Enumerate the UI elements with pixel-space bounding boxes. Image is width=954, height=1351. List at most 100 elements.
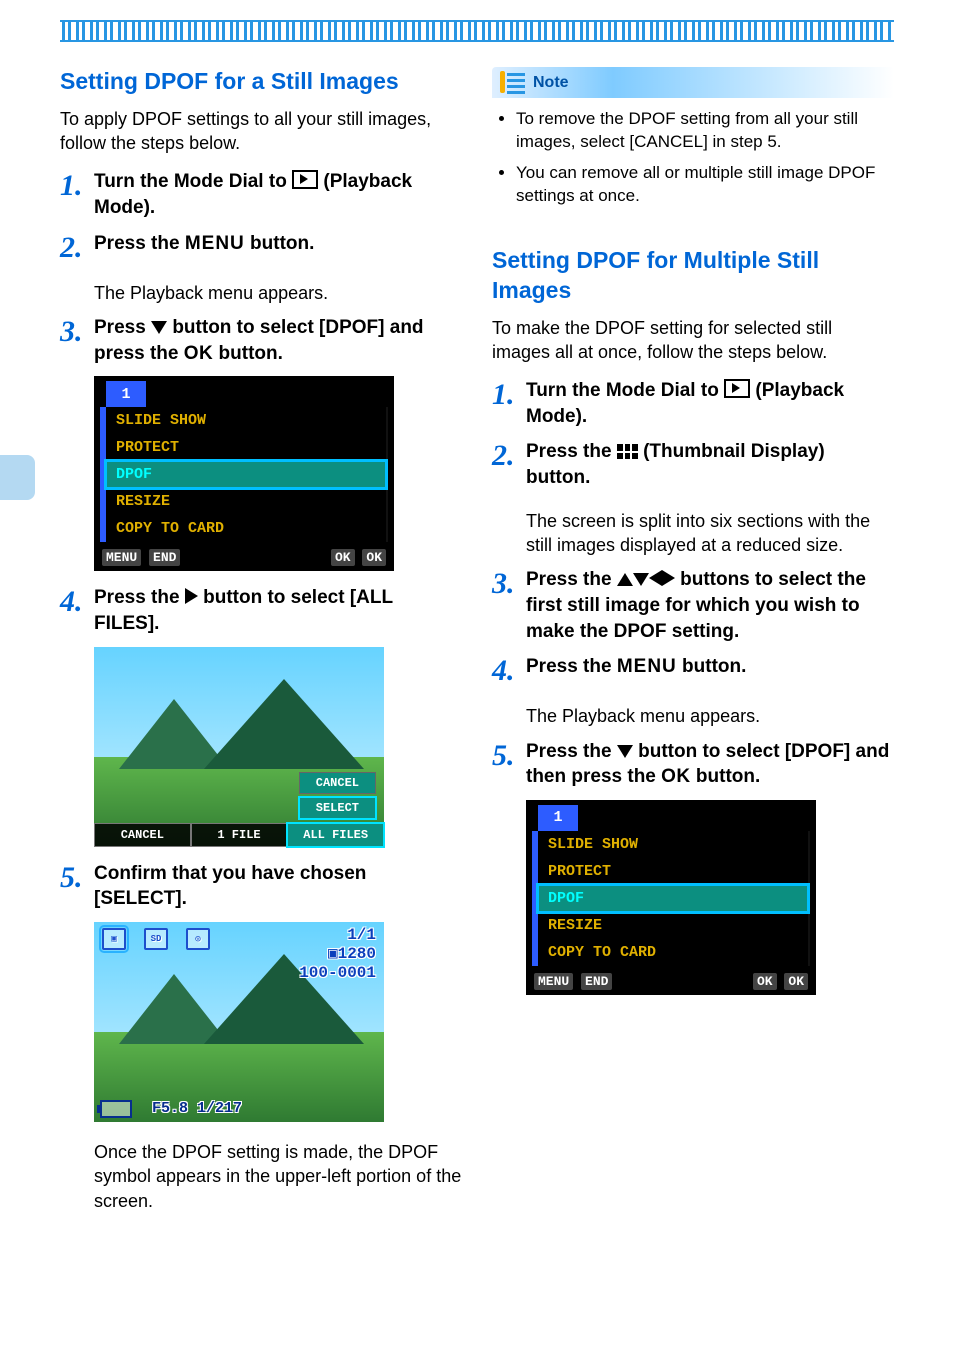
r-step3-pre: Press the	[526, 569, 617, 590]
battery-icon	[100, 1100, 132, 1118]
circle-icon: ◎	[186, 928, 210, 950]
r-step5-post: button.	[691, 766, 761, 787]
step-number: 4.	[60, 587, 94, 617]
step3-pre: Press	[94, 317, 151, 338]
camera-menu-screenshot-1: 1 SLIDE SHOW PROTECT DPOF RESIZE COPY TO…	[94, 376, 394, 571]
r-step4-post: button.	[677, 656, 747, 677]
cam-item: SLIDE SHOW	[538, 831, 808, 858]
popup-cancel: CANCEL	[299, 772, 376, 794]
cam-footer-ok: OK	[753, 973, 777, 990]
r-step1-pre: Turn the Mode Dial to	[526, 380, 724, 401]
cam-footer-menu: MENU	[102, 549, 141, 566]
menu-label: MENU	[185, 233, 245, 254]
down-arrow-icon	[151, 321, 167, 334]
frame-count: 1/1	[299, 926, 376, 945]
playback-mode-icon	[724, 379, 750, 398]
camera-confirm-screenshot: ▣ SD ◎ 1/1 ▣1280 100-0001 F5.8 1/217	[94, 922, 384, 1122]
step5-desc-left: Once the DPOF setting is made, the DPOF …	[94, 1140, 462, 1213]
menu-label: MENU	[617, 656, 677, 677]
cam-item: COPY TO CARD	[106, 515, 386, 542]
cam-tab: 1	[106, 381, 146, 407]
cam-item: RESIZE	[106, 488, 386, 515]
playback-mode-icon	[292, 170, 318, 189]
thumbnail-display-icon	[617, 444, 638, 459]
step-5-right: 5. Press the button to select [DPOF] and…	[492, 739, 894, 790]
cam-item-selected: DPOF	[538, 885, 808, 912]
step-number: 3.	[492, 569, 526, 599]
decorative-top-border	[60, 20, 894, 42]
step-5-left: 5. Confirm that you have chosen [SELECT]…	[60, 861, 462, 912]
step4-pre: Press the	[94, 587, 185, 608]
step-3-left: 3. Press button to select [DPOF] and pre…	[60, 315, 462, 366]
opt-1file: 1 FILE	[191, 823, 288, 847]
up-arrow-icon	[617, 573, 633, 586]
down-arrow-icon	[617, 745, 633, 758]
step2-desc-left: The Playback menu appears.	[94, 281, 462, 305]
popup-select: SELECT	[299, 797, 376, 819]
cam-footer-menu: MENU	[534, 973, 573, 990]
sd-card-icon: SD	[144, 928, 168, 950]
step-1-left: 1. Turn the Mode Dial to (Playback Mode)…	[60, 169, 462, 220]
section-title-left: Setting DPOF for a Still Images	[60, 67, 462, 97]
r-step2-pre: Press the	[526, 441, 617, 462]
step-4-left: 4. Press the button to select [ALL FILES…	[60, 585, 462, 636]
note-box: Note To remove the DPOF setting from all…	[492, 67, 894, 226]
step1-pre: Turn the Mode Dial to	[94, 171, 292, 192]
step-number: 2.	[492, 441, 526, 471]
camera-menu-screenshot-2: 1 SLIDE SHOW PROTECT DPOF RESIZE COPY TO…	[526, 800, 816, 995]
note-title: Note	[533, 74, 569, 92]
r-step5-pre: Press the	[526, 741, 617, 762]
cam-footer-ok2: OK	[784, 973, 808, 990]
ok-label: OK	[661, 766, 691, 787]
step-2-right: 2. Press the (Thumbnail Display) button.	[492, 439, 894, 490]
r-step4-desc: The Playback menu appears.	[526, 704, 894, 728]
step5-text: Confirm that you have chosen [SELECT].	[94, 861, 462, 912]
step-3-right: 3. Press the buttons to select the first…	[492, 567, 894, 644]
r-step2-desc: The screen is split into six sections wi…	[526, 509, 894, 558]
intro-right: To make the DPOF setting for selected st…	[492, 316, 894, 365]
step-number: 3.	[60, 317, 94, 347]
r-step4-pre: Press the	[526, 656, 617, 677]
right-arrow-icon	[185, 588, 198, 604]
down-arrow-icon	[633, 573, 649, 586]
opt-allfiles: ALL FILES	[287, 823, 384, 847]
step-number: 5.	[60, 863, 94, 893]
cam-item: PROTECT	[538, 858, 808, 885]
cam-item: PROTECT	[106, 434, 386, 461]
cam-item-selected: DPOF	[106, 461, 386, 488]
step2-pre: Press the	[94, 233, 185, 254]
cam-item: RESIZE	[538, 912, 808, 939]
camera-allfiles-screenshot: CANCEL SELECT CANCEL 1 FILE ALL FILES	[94, 647, 384, 847]
step3-post: button.	[213, 343, 283, 364]
section-title-right: Setting DPOF for Multiple Still Images	[492, 246, 894, 306]
cam-tab: 1	[538, 805, 578, 831]
note-icon	[500, 71, 525, 94]
opt-cancel: CANCEL	[94, 823, 191, 847]
image-size: 1280	[338, 945, 376, 963]
cam-item: COPY TO CARD	[538, 939, 808, 966]
step-number: 2.	[60, 233, 94, 263]
step-1-right: 1. Turn the Mode Dial to (Playback Mode)…	[492, 378, 894, 429]
step-4-right: 4. Press the MENU button.	[492, 654, 894, 686]
step-number: 1.	[492, 380, 526, 410]
left-arrow-icon	[649, 570, 662, 586]
cam-footer-end: END	[149, 549, 180, 566]
right-arrow-icon	[662, 570, 675, 586]
intro-left: To apply DPOF settings to all your still…	[60, 107, 462, 156]
cam-footer-end: END	[581, 973, 612, 990]
cam-footer-ok2: OK	[362, 549, 386, 566]
note-item: You can remove all or multiple still ima…	[516, 162, 888, 208]
page-section-tab	[0, 455, 35, 500]
step-number: 5.	[492, 741, 526, 771]
cam-item: SLIDE SHOW	[106, 407, 386, 434]
dpof-symbol-icon: ▣	[102, 928, 126, 950]
step2-post: button.	[245, 233, 315, 254]
step-2-left: 2. Press the MENU button.	[60, 231, 462, 263]
exposure-info: F5.8 1/217	[152, 1100, 242, 1117]
cam-footer-ok: OK	[331, 549, 355, 566]
file-number: 100-0001	[299, 964, 376, 983]
step-number: 4.	[492, 656, 526, 686]
note-item: To remove the DPOF setting from all your…	[516, 108, 888, 154]
step-number: 1.	[60, 171, 94, 201]
ok-label: OK	[184, 343, 214, 364]
